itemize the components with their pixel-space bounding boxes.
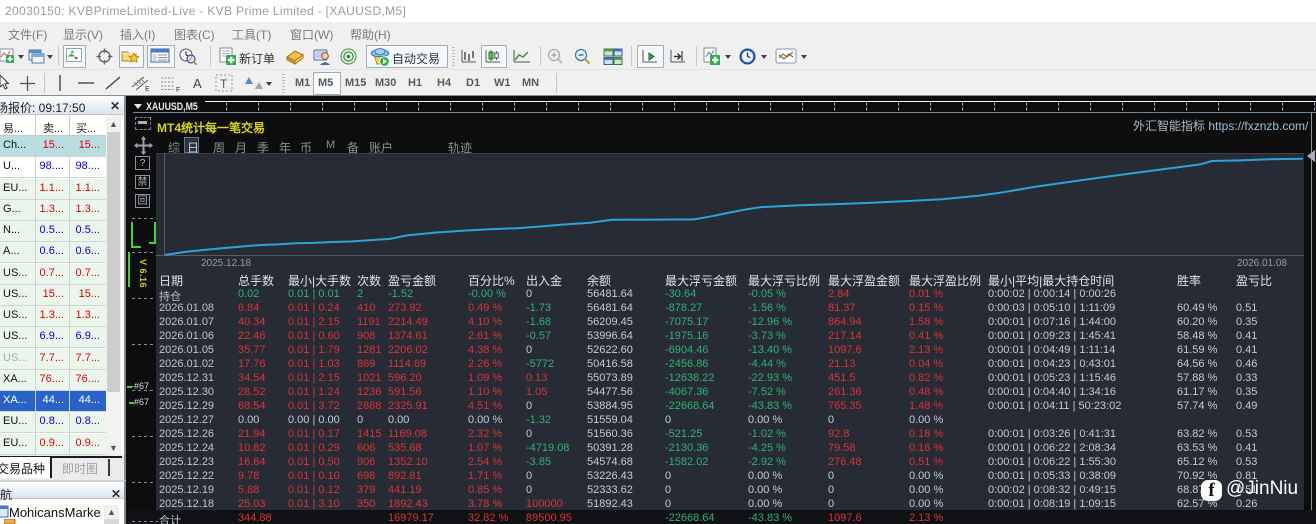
svg-text:E: E [145,86,150,92]
svg-text:F: F [176,87,180,92]
svg-text:T: T [220,77,228,91]
